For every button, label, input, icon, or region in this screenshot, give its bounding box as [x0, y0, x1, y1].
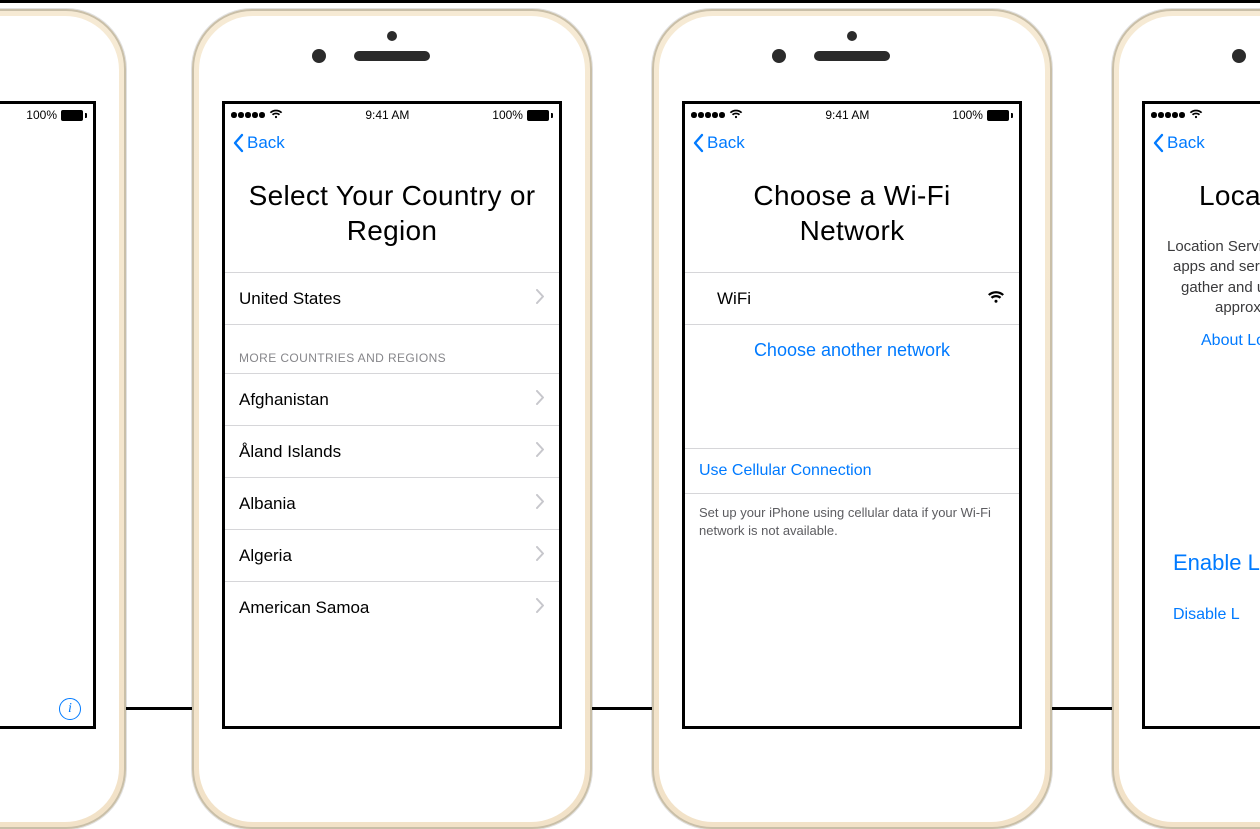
enable-location-button[interactable]: Enable Lo [1145, 526, 1260, 576]
network-name: WiFi [699, 289, 751, 309]
battery-percent: 100% [26, 108, 57, 122]
battery-percent: 100% [952, 108, 983, 122]
use-cellular-button[interactable]: Use Cellular Connection [685, 448, 1019, 494]
battery-icon [61, 110, 87, 121]
status-bar [1145, 104, 1260, 126]
screen-country: 9:41 AM 100% Back Select Your Country or… [222, 101, 562, 729]
back-label: Back [247, 133, 285, 153]
screen-wifi: 9:41 AM 100% Back Choose a Wi-Fi Network… [682, 101, 1022, 729]
nav-bar: Back [225, 126, 559, 160]
signal-dots-icon [231, 112, 265, 118]
page-title: Locatio [1145, 160, 1260, 237]
page-title: Choose a Wi-Fi Network [685, 160, 1019, 272]
status-time: 9:41 AM [825, 108, 869, 122]
chevron-left-icon [691, 133, 705, 153]
screen-location: Back Locatio Location Service apps and s… [1142, 101, 1260, 729]
phone-wifi: 9:41 AM 100% Back Choose a Wi-Fi Network… [652, 9, 1052, 829]
link-label: Choose another network [754, 340, 950, 361]
battery-percent: 100% [492, 108, 523, 122]
section-header: MORE COUNTRIES AND REGIONS [225, 325, 559, 373]
info-icon[interactable]: i [59, 698, 81, 720]
cellular-footnote: Set up your iPhone using cellular data i… [685, 494, 1019, 549]
country-label: American Samoa [239, 598, 369, 618]
link-label: Use Cellular Connection [699, 462, 872, 480]
about-location-link[interactable]: About Lo [1145, 332, 1260, 366]
country-row[interactable]: Albania [225, 477, 559, 529]
status-bar: 100% [0, 104, 93, 126]
country-label: Albania [239, 494, 296, 514]
page-title: Select Your Country or Region [225, 160, 559, 272]
wifi-status-icon [269, 109, 283, 121]
chevron-right-icon [536, 494, 545, 514]
country-row[interactable]: Algeria [225, 529, 559, 581]
wifi-network-row[interactable]: WiFi [685, 272, 1019, 324]
wifi-status-icon [1189, 109, 1203, 121]
status-bar: 9:41 AM 100% [225, 104, 559, 126]
phone-country: 9:41 AM 100% Back Select Your Country or… [192, 9, 592, 829]
country-label: Algeria [239, 546, 292, 566]
nav-bar: Back [1145, 126, 1260, 160]
status-bar: 9:41 AM 100% [685, 104, 1019, 126]
phone-location: Back Locatio Location Service apps and s… [1112, 9, 1260, 829]
back-button[interactable]: Back [1151, 133, 1205, 153]
location-description: Location Service apps and service gather… [1145, 237, 1260, 332]
signal-dots-icon [1151, 112, 1185, 118]
chevron-left-icon [231, 133, 245, 153]
signal-dots-icon [691, 112, 725, 118]
chevron-right-icon [536, 442, 545, 462]
wifi-status-icon [729, 109, 743, 121]
country-label: Afghanistan [239, 390, 329, 410]
back-label: Back [707, 133, 745, 153]
country-label: Åland Islands [239, 442, 341, 462]
battery-icon [527, 110, 553, 121]
back-button[interactable]: Back [231, 133, 285, 153]
country-row[interactable]: American Samoa [225, 581, 559, 633]
phone-hello: 100% up i [0, 9, 126, 829]
chevron-right-icon [536, 390, 545, 410]
country-row[interactable]: Afghanistan [225, 373, 559, 425]
choose-another-network-button[interactable]: Choose another network [685, 324, 1019, 376]
country-label: United States [239, 289, 341, 309]
chevron-right-icon [536, 289, 545, 309]
chevron-right-icon [536, 598, 545, 618]
status-time: 9:41 AM [365, 108, 409, 122]
back-label: Back [1167, 133, 1205, 153]
nav-bar: Back [685, 126, 1019, 160]
wifi-signal-icon [987, 289, 1005, 309]
country-row[interactable]: Åland Islands [225, 425, 559, 477]
screen-hello: 100% up i [0, 101, 96, 729]
back-button[interactable]: Back [691, 133, 745, 153]
chevron-right-icon [536, 546, 545, 566]
chevron-left-icon [1151, 133, 1165, 153]
battery-icon [987, 110, 1013, 121]
disable-location-button[interactable]: Disable L [1145, 576, 1260, 624]
country-row-primary[interactable]: United States [225, 272, 559, 324]
